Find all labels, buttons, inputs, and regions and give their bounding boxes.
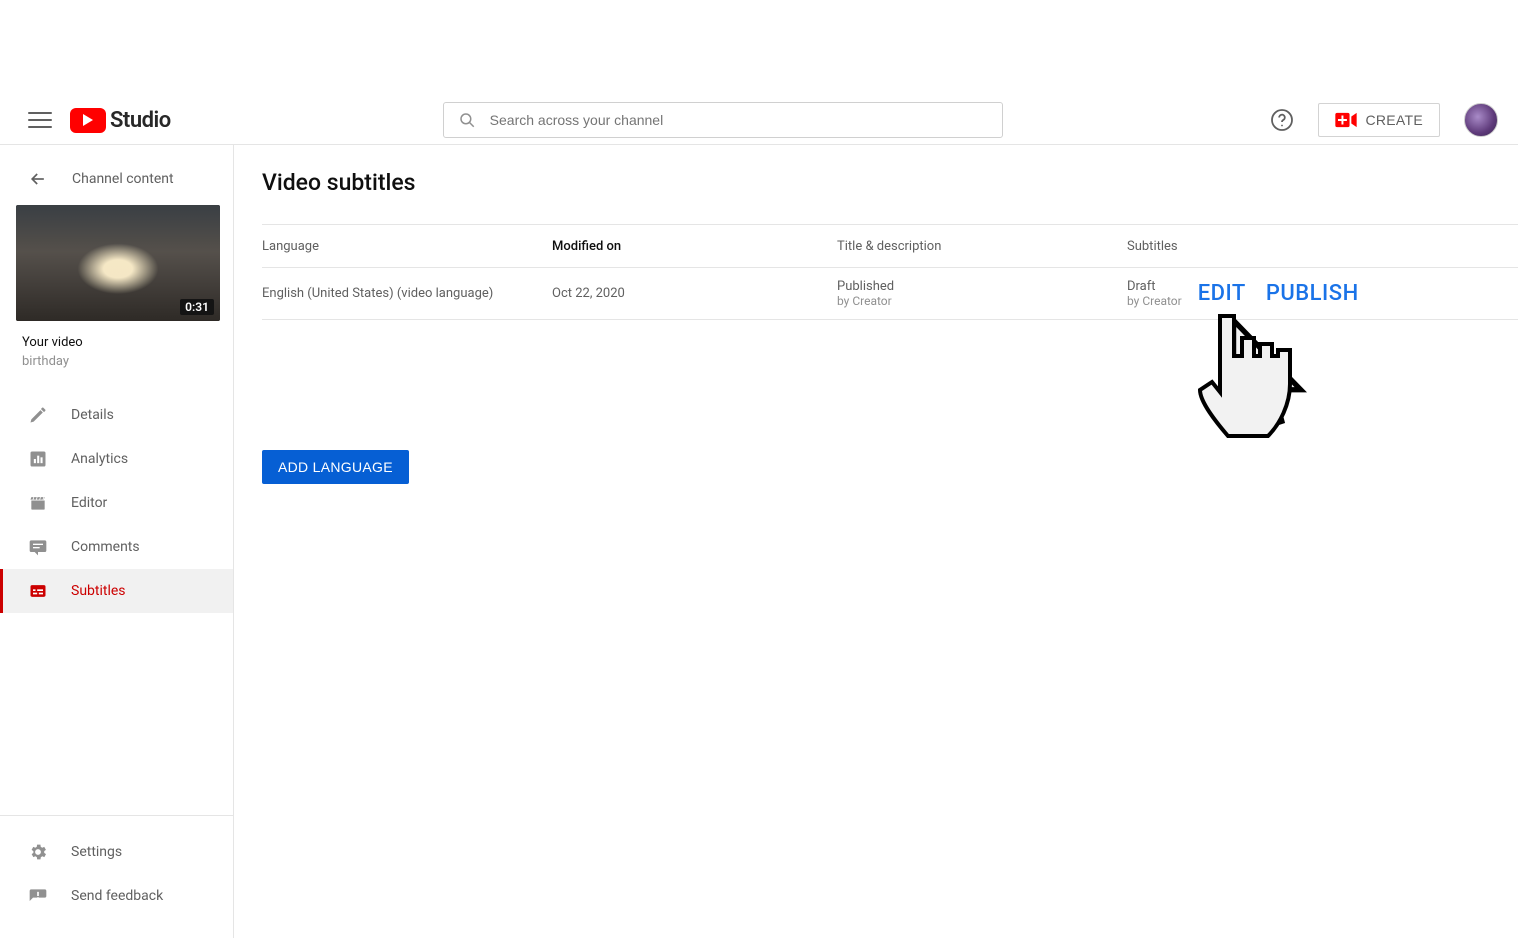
page-title: Video subtitles: [262, 169, 1518, 196]
sidebar-item-settings[interactable]: Settings: [0, 830, 233, 874]
feedback-icon: [27, 886, 49, 906]
header: Studio CREATE: [0, 0, 1518, 145]
table-row: English (United States) (video language)…: [262, 268, 1518, 320]
video-meta: Your video birthday: [0, 335, 233, 373]
search-icon: [458, 111, 476, 129]
cell-modified: Oct 22, 2020: [552, 286, 837, 301]
sidebar-item-details[interactable]: Details: [0, 393, 233, 437]
sidebar-item-label: Details: [71, 407, 114, 423]
sidebar-item-label: Subtitles: [71, 583, 126, 599]
title-status: Published: [837, 279, 1127, 294]
sidebar-item-label: Editor: [71, 495, 107, 511]
video-label: Your video: [22, 335, 211, 350]
youtube-studio-logo[interactable]: Studio: [70, 108, 171, 133]
create-button-label: CREATE: [1365, 112, 1423, 128]
sidebar-item-label: Comments: [71, 539, 140, 555]
sidebar: Channel content 0:31 Your video birthday…: [0, 145, 234, 938]
main-content: Video subtitles Language Modified on Tit…: [234, 145, 1518, 938]
sidebar-item-label: Send feedback: [71, 888, 163, 904]
subtitles-icon: [27, 581, 49, 601]
avatar[interactable]: [1464, 103, 1498, 137]
col-subtitles[interactable]: Subtitles: [1127, 239, 1437, 254]
add-language-button[interactable]: ADD LANGUAGE: [262, 450, 409, 484]
clapperboard-icon: [27, 493, 49, 513]
video-duration: 0:31: [180, 299, 214, 315]
sidebar-item-feedback[interactable]: Send feedback: [0, 874, 233, 918]
sidebar-item-comments[interactable]: Comments: [0, 525, 233, 569]
arrow-left-icon: [28, 169, 48, 189]
video-name: birthday: [22, 354, 211, 369]
search-bar[interactable]: [443, 102, 1003, 138]
col-language[interactable]: Language: [262, 239, 552, 254]
sidebar-footer: Settings Send feedback: [0, 815, 233, 938]
sidebar-item-label: Settings: [71, 844, 122, 860]
subtitle-status: Draft: [1127, 279, 1182, 294]
subtitles-table: Language Modified on Title & description…: [262, 224, 1518, 320]
sidebar-nav: Details Analytics Editor Comments Subtit…: [0, 393, 233, 815]
video-thumbnail[interactable]: 0:31: [16, 205, 220, 321]
logo-text: Studio: [110, 108, 171, 133]
create-video-icon: [1335, 112, 1357, 128]
hamburger-menu-icon[interactable]: [28, 108, 52, 132]
cell-subtitles: Draft by Creator EDIT PUBLISH: [1127, 279, 1437, 308]
create-button[interactable]: CREATE: [1318, 103, 1440, 137]
subtitle-by: by Creator: [1127, 294, 1182, 308]
table-header: Language Modified on Title & description…: [262, 224, 1518, 268]
sidebar-item-editor[interactable]: Editor: [0, 481, 233, 525]
col-modified[interactable]: Modified on: [552, 239, 837, 254]
youtube-play-icon: [70, 108, 106, 133]
pencil-icon: [27, 405, 49, 425]
search-input[interactable]: [490, 112, 988, 128]
comments-icon: [27, 537, 49, 557]
gear-icon: [27, 842, 49, 862]
sidebar-item-label: Analytics: [71, 451, 128, 467]
publish-button[interactable]: PUBLISH: [1266, 281, 1359, 306]
col-title-desc[interactable]: Title & description: [837, 239, 1127, 254]
cell-title-status: Published by Creator: [837, 279, 1127, 308]
analytics-icon: [27, 449, 49, 469]
sidebar-item-subtitles[interactable]: Subtitles: [0, 569, 233, 613]
title-by: by Creator: [837, 294, 1127, 308]
sidebar-item-analytics[interactable]: Analytics: [0, 437, 233, 481]
help-icon[interactable]: [1270, 108, 1294, 132]
cell-language: English (United States) (video language): [262, 286, 552, 301]
edit-button[interactable]: EDIT: [1198, 281, 1246, 306]
back-to-channel-content[interactable]: Channel content: [0, 163, 233, 205]
back-label: Channel content: [72, 171, 174, 187]
